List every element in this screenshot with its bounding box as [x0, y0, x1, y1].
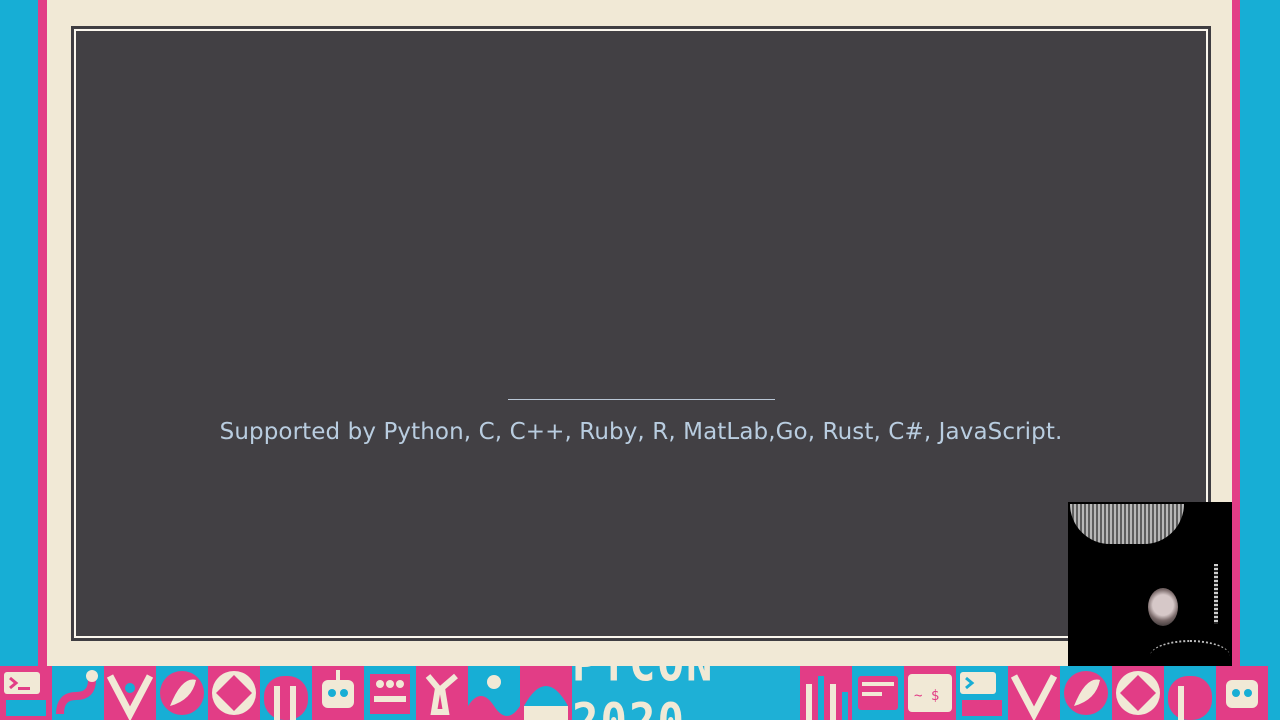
- arch-icon: [1168, 676, 1212, 720]
- presentation-stage: Supported by Python, C, C++, Ruby, R, Ma…: [0, 0, 1280, 720]
- check-icon: [106, 674, 154, 720]
- tool-tile: [416, 666, 468, 720]
- wrench-icon: [425, 673, 458, 715]
- prompt-tile: ~ $: [904, 666, 956, 720]
- slide: Supported by Python, C, C++, Ruby, R, Ma…: [71, 26, 1211, 641]
- slide-caption: Supported by Python, C, C++, Ruby, R, Ma…: [219, 419, 1063, 445]
- left-border-stripe: [38, 0, 47, 666]
- check-tile-2: [1008, 666, 1060, 720]
- terminal-tile-2: [956, 666, 1008, 720]
- webcam-shelf: [1214, 564, 1218, 624]
- leaf-tile: [156, 666, 208, 720]
- speaker-shoulder: [1150, 640, 1230, 666]
- right-border-stripe: [1232, 0, 1240, 666]
- wave-icon: [468, 675, 520, 720]
- grid-icon: [370, 674, 410, 714]
- diamond-icon: [1116, 671, 1160, 715]
- terminal-icon: [960, 672, 1002, 716]
- pycon-2020-logo: PYCON 2020: [572, 666, 800, 720]
- snake-icon: [56, 670, 98, 715]
- window-icon: [858, 676, 898, 710]
- robot-tile-2: [1216, 666, 1268, 720]
- prompt-icon: ~ $: [908, 674, 952, 712]
- diamond-tile: [208, 666, 260, 720]
- wave-tile: [468, 666, 520, 720]
- arch-icon: [264, 676, 308, 720]
- right-border: [1240, 0, 1280, 666]
- slide-content: Supported by Python, C, C++, Ruby, R, Ma…: [78, 33, 1204, 634]
- check-tile: [104, 666, 156, 720]
- diamond-tile-2: [1112, 666, 1164, 720]
- leaf-icon: [160, 671, 204, 715]
- leaf-tile-2: [1060, 666, 1112, 720]
- terminal-tile: [0, 666, 52, 720]
- robot-tile: [312, 666, 364, 720]
- leaf-icon: [1064, 671, 1108, 715]
- svg-text:~ $: ~ $: [914, 688, 939, 704]
- robot-icon: [322, 670, 354, 708]
- bars-icon: [806, 676, 848, 720]
- arch-tile: [260, 666, 312, 720]
- conference-footer: PYCON 2020 ~ $: [0, 666, 1280, 720]
- divider-line: [508, 399, 775, 400]
- check-icon: [1010, 674, 1058, 720]
- arch-tile-2: [1164, 666, 1216, 720]
- grid-tile: [364, 666, 416, 720]
- speaker-face: [1148, 588, 1178, 626]
- robot-icon: [1226, 680, 1258, 708]
- terminal-icon: [4, 672, 46, 716]
- speaker-webcam: [1068, 502, 1232, 666]
- slide-frame: Supported by Python, C, C++, Ruby, R, Ma…: [47, 0, 1232, 666]
- dome-tile: [520, 666, 572, 720]
- snake-tile: [52, 666, 104, 720]
- window-tile: [852, 666, 904, 720]
- bars-tile: [800, 666, 852, 720]
- webcam-lamp: [1070, 504, 1184, 544]
- dome-icon: [524, 686, 568, 720]
- left-border: [0, 0, 38, 666]
- diamond-icon: [212, 671, 256, 715]
